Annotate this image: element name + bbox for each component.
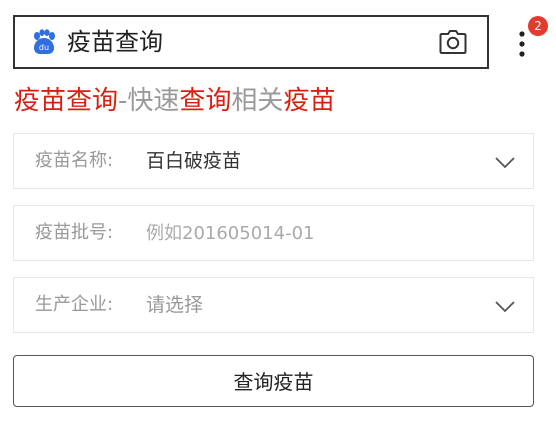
search-bar[interactable]: du 疫苗查询 [13,15,489,69]
manufacturer-select[interactable]: 生产企业: 请选择 [13,277,534,333]
more-menu[interactable]: 2 [510,16,550,66]
svg-text:du: du [39,43,49,52]
batch-number-label: 疫苗批号: [35,222,114,243]
chevron-down-icon[interactable] [494,295,516,317]
batch-number-input[interactable] [146,218,506,248]
query-vaccine-button[interactable]: 查询疫苗 [13,355,534,407]
page-headline: 疫苗查询-快速查询相关疫苗 [14,83,335,119]
headline-part: 疫苗查询 [14,86,119,116]
manufacturer-value[interactable]: 请选择 [146,278,203,332]
batch-number-field[interactable]: 疫苗批号: [13,205,534,261]
vaccine-name-label: 疫苗名称: [35,150,114,171]
headline-part: -快速 [118,86,180,116]
headline-part: 疫苗 [283,86,336,116]
vaccine-name-value[interactable]: 百白破疫苗 [146,134,241,188]
notification-badge: 2 [528,16,548,36]
search-query-text[interactable]: 疫苗查询 [67,17,163,67]
camera-icon[interactable] [439,29,467,55]
vaccine-name-select[interactable]: 疫苗名称: 百白破疫苗 [13,133,534,189]
baidu-paw-icon: du [34,29,55,54]
headline-part: 相关 [231,86,284,116]
chevron-down-icon[interactable] [494,151,516,173]
headline-part: 查询 [179,86,232,116]
vaccine-query-page: du 疫苗查询 2 疫苗查询-快速查询相关疫苗 疫苗名称: 百白破疫苗 疫苗批号… [0,0,556,424]
manufacturer-label: 生产企业: [35,294,114,315]
